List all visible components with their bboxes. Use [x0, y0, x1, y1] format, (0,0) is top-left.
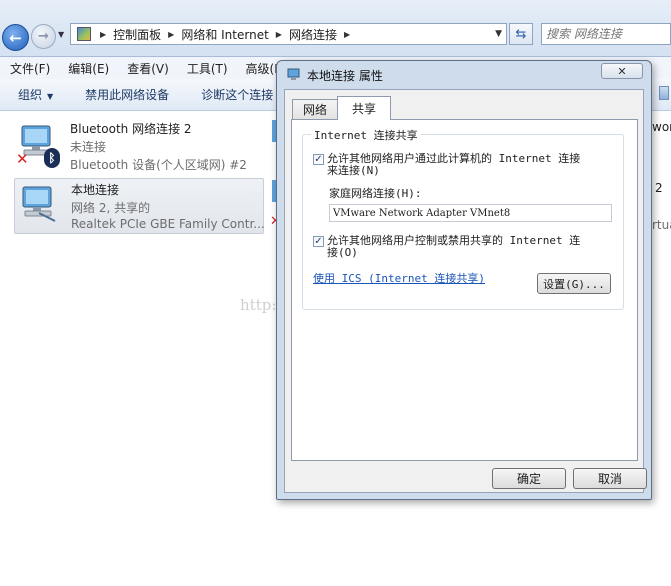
tab-network[interactable]: 网络	[292, 99, 338, 119]
network-adapter-icon	[287, 68, 300, 80]
control-panel-icon	[77, 27, 91, 41]
search-box[interactable]	[541, 23, 671, 45]
diagnose-button[interactable]: 诊断这个连接	[183, 86, 287, 103]
breadcrumb-network-internet[interactable]: 网络和 Internet	[177, 26, 272, 43]
home-network-input[interactable]	[333, 206, 603, 221]
breadcrumb-separator-icon: ▶	[100, 29, 107, 39]
allow-connect-checkbox[interactable]: ✓	[313, 154, 324, 165]
properties-dialog: 本地连接 属性 ✕ 网络 共享 Internet 连接共享 ✓ 允许其他网络用户…	[276, 60, 652, 500]
menu-view[interactable]: 查看(V)	[117, 60, 177, 77]
allow-control-line1: 允许其他网络用户控制或禁用共享的 Internet 连	[327, 234, 581, 247]
chevron-down-icon: ▼	[47, 92, 54, 101]
breadcrumb-separator-icon[interactable]: ▶	[273, 30, 285, 39]
search-input[interactable]	[546, 25, 656, 43]
menu-tools[interactable]: 工具(T)	[177, 60, 236, 77]
allow-control-label[interactable]: 允许其他网络用户控制或禁用共享的 Internet 连 接(O)	[327, 235, 580, 259]
arrow-right-icon: →	[38, 29, 49, 44]
partial-connection-name: wor	[652, 120, 671, 134]
menu-file[interactable]: 文件(F)	[0, 60, 58, 77]
breadcrumb-separator-icon[interactable]: ▶	[165, 30, 177, 39]
address-dropdown-icon[interactable]: ▼	[495, 29, 502, 39]
disable-device-button[interactable]: 禁用此网络设备	[67, 86, 183, 103]
connection-device: Bluetooth 设备(个人区域网) #2	[70, 158, 247, 172]
organize-label: 组织	[18, 88, 43, 102]
chevron-down-icon: ▼	[58, 30, 65, 39]
checkmark-icon: ✓	[314, 236, 323, 247]
connection-device: Realtek PCIe GBE Family Contr...	[71, 217, 265, 231]
organize-button[interactable]: 组织 ▼	[0, 86, 67, 103]
allow-connect-line2: 来连接(N)	[327, 164, 380, 177]
settings-button[interactable]: 设置(G)...	[537, 273, 611, 294]
arrow-left-icon: ←	[9, 28, 22, 47]
close-button[interactable]: ✕	[601, 63, 643, 79]
breadcrumb-separator-icon[interactable]: ▶	[341, 30, 353, 39]
connection-status: 未连接	[70, 140, 107, 154]
connection-item-bluetooth[interactable]: ✕ ᛒ Bluetooth 网络连接 2 未连接 Bluetooth 设备(个人…	[14, 118, 264, 174]
breadcrumb-control-panel[interactable]: 控制面板	[109, 26, 165, 43]
forward-button[interactable]: →	[31, 24, 56, 49]
partial-connection-device: rtua	[652, 218, 671, 232]
connection-name: 本地连接	[71, 183, 120, 197]
bluetooth-icon: ᛒ	[44, 148, 60, 168]
refresh-button[interactable]: ⇆	[509, 23, 533, 45]
close-icon: ✕	[617, 64, 627, 78]
allow-control-line2: 接(O)	[327, 246, 358, 259]
ok-button[interactable]: 确定	[492, 468, 566, 489]
checkmark-icon: ✓	[314, 154, 323, 165]
partial-connection-name: 2	[655, 181, 663, 195]
view-options-icon[interactable]	[659, 86, 669, 100]
ics-group-label: Internet 连接共享	[311, 127, 421, 143]
ics-group: Internet 连接共享 ✓ 允许其他网络用户通过此计算机的 Internet…	[302, 127, 624, 310]
allow-connect-label[interactable]: 允许其他网络用户通过此计算机的 Internet 连接 来连接(N)	[327, 153, 580, 177]
refresh-icon: ⇆	[515, 26, 527, 42]
address-field[interactable]: ▶ 控制面板 ▶ 网络和 Internet ▶ 网络连接 ▶ ▼	[70, 23, 507, 45]
connection-name: Bluetooth 网络连接 2	[70, 122, 192, 136]
back-button[interactable]: ←	[2, 24, 29, 51]
network-computer-icon	[22, 186, 56, 222]
menu-edit[interactable]: 编辑(E)	[58, 60, 117, 77]
cancel-button[interactable]: 取消	[573, 468, 647, 489]
connection-status: 网络 2, 共享的	[71, 201, 151, 215]
disconnected-x-icon: ✕	[16, 150, 29, 168]
history-dropdown-button[interactable]: ▼	[58, 30, 68, 42]
tab-sharing[interactable]: 共享	[337, 96, 391, 120]
home-network-field[interactable]	[329, 204, 612, 222]
sharing-tab-panel: Internet 连接共享 ✓ 允许其他网络用户通过此计算机的 Internet…	[291, 119, 638, 461]
breadcrumb-network-connections[interactable]: 网络连接	[285, 26, 341, 43]
dialog-client: 网络 共享 Internet 连接共享 ✓ 允许其他网络用户通过此计算机的 In…	[284, 89, 647, 493]
allow-control-checkbox[interactable]: ✓	[313, 236, 324, 247]
ics-help-link[interactable]: 使用 ICS (Internet 连接共享)	[313, 270, 485, 286]
connection-item-local[interactable]: 本地连接 网络 2, 共享的 Realtek PCIe GBE Family C…	[14, 178, 265, 234]
home-network-label: 家庭网络连接(H):	[329, 187, 422, 200]
dialog-title: 本地连接 属性	[307, 69, 383, 83]
